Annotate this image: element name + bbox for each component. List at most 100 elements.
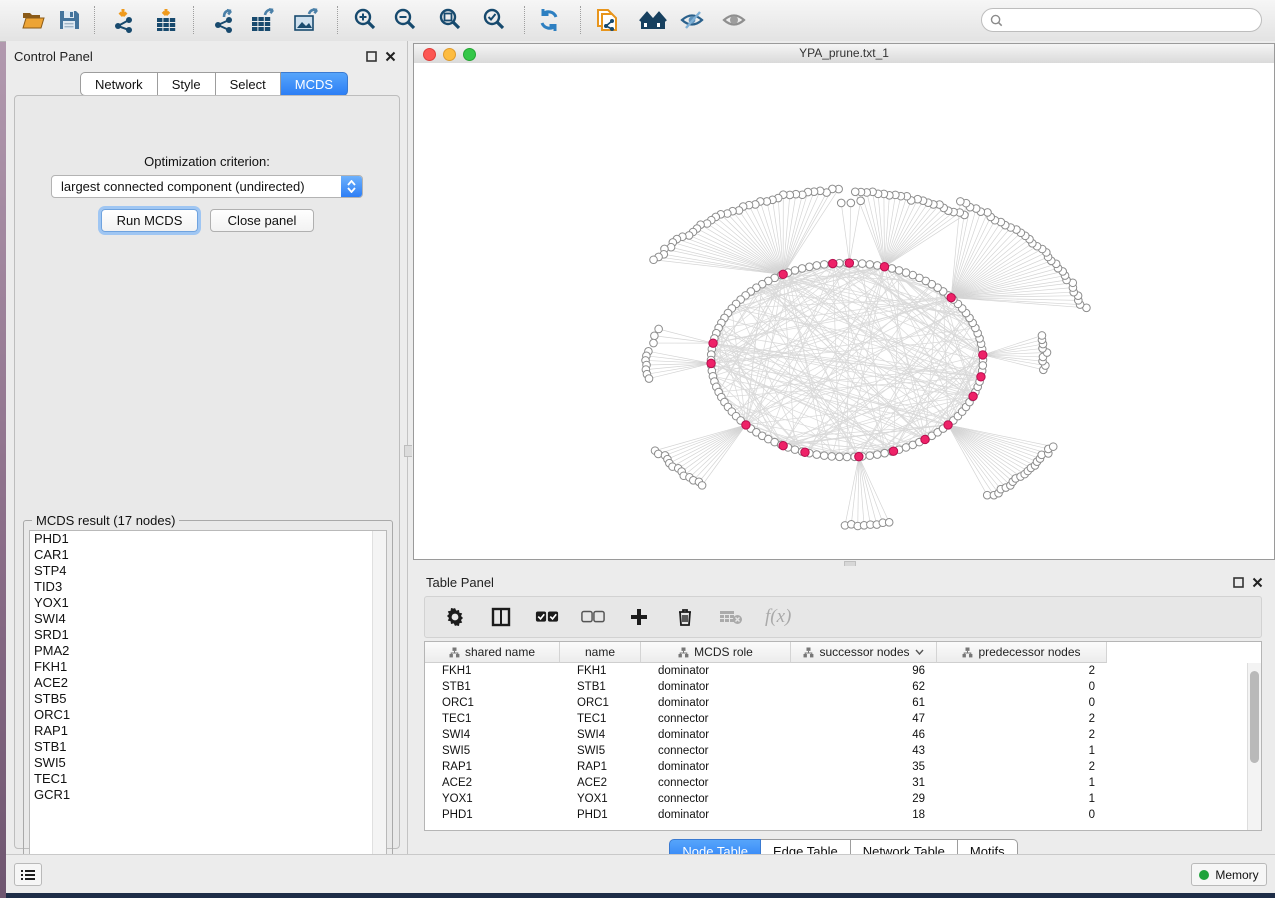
column-header-mcds-role[interactable]: MCDS role <box>641 642 791 663</box>
float-panel-icon[interactable] <box>364 49 378 63</box>
table-cell: ORC1 <box>560 697 641 709</box>
network-window-title: YPA_prune.txt_1 <box>414 46 1274 60</box>
mcds-result-item[interactable]: ORC1 <box>30 707 386 723</box>
column-type-icon <box>678 647 689 658</box>
criterion-dropdown[interactable]: largest connected component (undirected) <box>51 175 363 198</box>
table-cell: STB1 <box>560 681 641 693</box>
zoom-in-icon[interactable] <box>348 5 382 35</box>
table-cell: dominator <box>641 665 791 677</box>
mcds-result-item[interactable]: RAP1 <box>30 723 386 739</box>
table-row[interactable]: STB1STB1dominator620 <box>425 679 1247 695</box>
select-all-rows-icon[interactable] <box>535 605 559 629</box>
mcds-result-item[interactable]: FKH1 <box>30 659 386 675</box>
table-cell: ORC1 <box>425 697 560 709</box>
table-row[interactable]: ACE2ACE2connector311 <box>425 775 1247 791</box>
table-row[interactable]: FKH1FKH1dominator962 <box>425 663 1247 679</box>
table-cell: ACE2 <box>560 777 641 789</box>
mcds-result-item[interactable]: PMA2 <box>30 643 386 659</box>
memory-button[interactable]: Memory <box>1191 863 1267 886</box>
memory-status-icon <box>1199 870 1209 880</box>
open-file-icon[interactable] <box>16 5 50 35</box>
deselect-all-rows-icon[interactable] <box>581 605 605 629</box>
table-cell: 2 <box>937 713 1107 725</box>
mcds-list-scrollbar[interactable] <box>372 531 386 883</box>
close-panel-button[interactable]: Close panel <box>210 209 314 232</box>
table-row[interactable]: ORC1ORC1dominator610 <box>425 695 1247 711</box>
table-row[interactable]: TEC1TEC1connector472 <box>425 711 1247 727</box>
table-row[interactable]: PHD1PHD1dominator180 <box>425 807 1247 823</box>
mcds-result-item[interactable]: CAR1 <box>30 547 386 563</box>
add-row-icon[interactable] <box>627 605 651 629</box>
mcds-result-item[interactable]: SWI5 <box>30 755 386 771</box>
mcds-result-item[interactable]: ACE2 <box>30 675 386 691</box>
table-row[interactable]: SWI5SWI5connector431 <box>425 743 1247 759</box>
tab-select[interactable]: Select <box>216 72 281 96</box>
vertical-splitter[interactable] <box>404 41 412 855</box>
export-network-icon[interactable] <box>208 5 242 35</box>
mcds-result-item[interactable]: STB1 <box>30 739 386 755</box>
scrollbar-thumb[interactable] <box>1250 671 1259 763</box>
float-panel-icon[interactable] <box>1231 575 1245 589</box>
zoom-fit-icon[interactable] <box>433 5 467 35</box>
close-panel-icon[interactable] <box>383 49 397 63</box>
dropdown-stepper-icon <box>341 176 362 197</box>
mcds-result-item[interactable]: YOX1 <box>30 595 386 611</box>
table-cell: SWI5 <box>425 745 560 757</box>
mcds-result-item[interactable]: STP4 <box>30 563 386 579</box>
refresh-layout-icon[interactable] <box>532 5 566 35</box>
mcds-result-item[interactable]: SRD1 <box>30 627 386 643</box>
table-row[interactable]: YOX1YOX1connector291 <box>425 791 1247 807</box>
column-header-predecessor-nodes[interactable]: predecessor nodes <box>937 642 1107 663</box>
network-window-titlebar[interactable]: YPA_prune.txt_1 <box>414 44 1274 64</box>
column-header-successor-nodes[interactable]: successor nodes <box>791 642 937 663</box>
delete-rows-trash-icon[interactable] <box>673 605 697 629</box>
table-scrollbar[interactable] <box>1247 663 1261 830</box>
import-network-icon[interactable] <box>107 5 141 35</box>
table-cell: 2 <box>937 665 1107 677</box>
table-cell: dominator <box>641 729 791 741</box>
mcds-result-item[interactable]: TID3 <box>30 579 386 595</box>
table-options-gear-icon[interactable] <box>443 605 467 629</box>
tab-style[interactable]: Style <box>158 72 216 96</box>
close-panel-icon[interactable] <box>1250 575 1264 589</box>
table-row[interactable]: SWI4SWI4dominator462 <box>425 727 1247 743</box>
save-session-icon[interactable] <box>52 5 86 35</box>
table-cell: 43 <box>791 745 937 757</box>
tab-network[interactable]: Network <box>80 72 158 96</box>
task-history-button[interactable] <box>14 863 42 886</box>
mcds-result-item[interactable]: SWI4 <box>30 611 386 627</box>
node-table: shared namenameMCDS rolesuccessor nodesp… <box>424 641 1262 831</box>
table-row[interactable]: RAP1RAP1dominator352 <box>425 759 1247 775</box>
show-columns-icon[interactable] <box>489 605 513 629</box>
search-input[interactable] <box>1008 12 1261 28</box>
houses-icon[interactable] <box>637 5 671 35</box>
search-field[interactable] <box>981 8 1262 32</box>
zoom-out-icon[interactable] <box>388 5 422 35</box>
new-network-from-selection-icon[interactable] <box>590 5 624 35</box>
network-graph[interactable] <box>414 63 1274 559</box>
table-cell: PHD1 <box>560 809 641 821</box>
tab-mcds[interactable]: MCDS <box>281 72 348 96</box>
table-cell: RAP1 <box>425 761 560 773</box>
column-header-name[interactable]: name <box>560 642 641 663</box>
mcds-result-item[interactable]: PHD1 <box>30 531 386 547</box>
column-header-shared-name[interactable]: shared name <box>425 642 560 663</box>
mcds-result-item[interactable]: GCR1 <box>30 787 386 803</box>
run-mcds-button[interactable]: Run MCDS <box>101 209 198 232</box>
hide-style-eye-icon[interactable] <box>676 5 710 35</box>
show-all-eye-icon[interactable] <box>718 5 752 35</box>
zoom-selected-icon[interactable] <box>477 5 511 35</box>
table-cell: dominator <box>641 697 791 709</box>
import-table-icon[interactable] <box>149 5 183 35</box>
table-cell: 35 <box>791 761 937 773</box>
mcds-result-item[interactable]: TEC1 <box>30 771 386 787</box>
table-cell: 1 <box>937 777 1107 789</box>
status-bar: Memory <box>6 854 1275 893</box>
toolbar-separator <box>524 6 525 34</box>
table-cell: 18 <box>791 809 937 821</box>
export-table-icon[interactable] <box>246 5 280 35</box>
mcds-result-item[interactable]: STB5 <box>30 691 386 707</box>
network-canvas[interactable] <box>414 63 1274 559</box>
mcds-result-list[interactable]: PHD1CAR1STP4TID3YOX1SWI4SRD1PMA2FKH1ACE2… <box>29 530 387 884</box>
export-image-icon[interactable] <box>289 5 323 35</box>
